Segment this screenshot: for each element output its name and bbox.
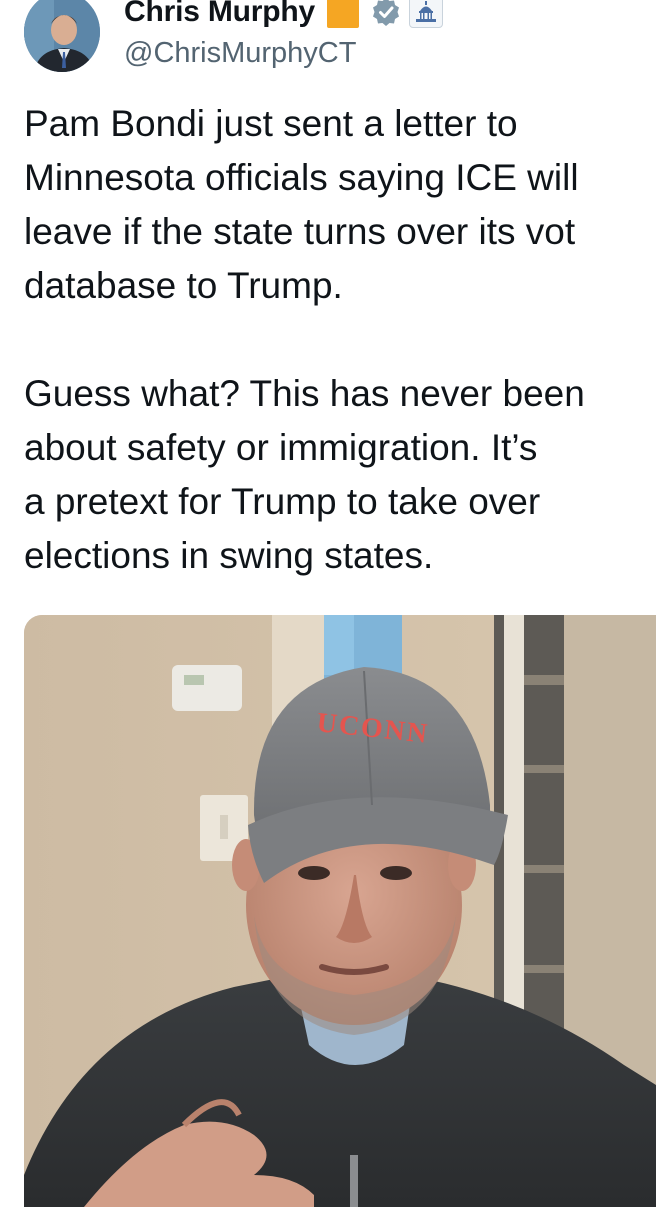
tweet-line: Guess what? This has never been (24, 373, 585, 414)
tweet-card[interactable]: Chris Murphy @ChrisMurphyCT Pam Bondi ju (0, 0, 656, 1214)
video-frame-image: UCONN (24, 615, 656, 1207)
capitol-building-icon[interactable] (408, 0, 443, 28)
tweet-line: about safety or immigration. It’s (24, 427, 538, 468)
divider (0, 1207, 656, 1214)
tweet-line: Minnesota officials saying ICE will (24, 157, 579, 198)
author-handle[interactable]: @ChrisMurphyCT (124, 37, 356, 70)
video-thumbnail[interactable]: UCONN (24, 615, 656, 1207)
author-name-row: Chris Murphy (124, 0, 443, 32)
author-display-name[interactable]: Chris Murphy (124, 0, 315, 29)
verified-badge-icon[interactable] (371, 0, 401, 27)
author-avatar[interactable] (24, 0, 100, 72)
tweet-text: Pam Bondi just sent a letter to Minnesot… (24, 97, 656, 583)
tweet-line: leave if the state turns over its vot (24, 211, 576, 252)
tweet-line: Pam Bondi just sent a letter to (24, 103, 518, 144)
orange-square-icon (326, 0, 359, 28)
tweet-line: database to Trump. (24, 265, 343, 306)
avatar-portrait-icon (24, 0, 100, 72)
tweet-line: a pretext for Trump to take over (24, 481, 541, 522)
tweet-line: elections in swing states. (24, 535, 434, 576)
